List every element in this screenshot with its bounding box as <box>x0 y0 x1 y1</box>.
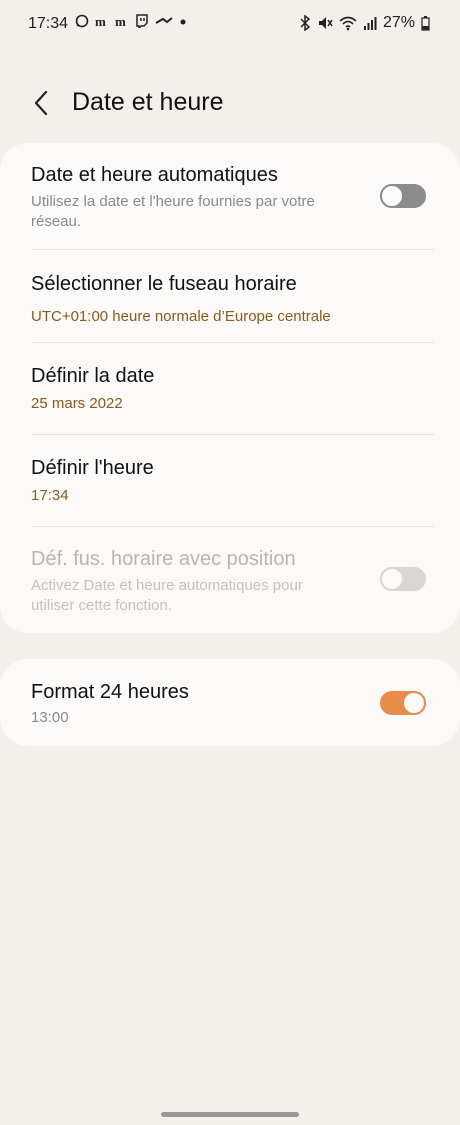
toggle-knob <box>380 567 404 591</box>
notification-icons: m m <box>75 14 187 28</box>
setting-set-time[interactable]: Définir l'heure 17:34 <box>0 435 460 526</box>
settings-card-format: Format 24 heures 13:00 <box>0 659 460 746</box>
setting-label: Définir l'heure <box>31 457 154 479</box>
system-icons: 27% <box>299 14 430 32</box>
setting-value: 17:34 <box>31 487 69 504</box>
app-bar: Date et heure <box>0 78 460 128</box>
signal-icon <box>363 17 377 30</box>
dot-icon <box>180 19 186 25</box>
setting-value: 13:00 <box>31 709 69 726</box>
setting-label: Date et heure automatiques <box>31 164 278 186</box>
chevron-left-icon <box>34 90 48 116</box>
svg-text:m: m <box>95 14 106 28</box>
setting-auto-datetime[interactable]: Date et heure automatiques Utilisez la d… <box>0 143 460 249</box>
setting-format-24h[interactable]: Format 24 heures 13:00 <box>0 659 460 746</box>
toggle-knob <box>380 184 404 208</box>
setting-value: UTC+01:00 heure normale d’Europe central… <box>31 308 331 325</box>
auto-datetime-toggle[interactable] <box>380 184 426 208</box>
battery-icon <box>421 16 430 31</box>
setting-description-line2: réseau. <box>31 213 82 230</box>
wifi-icon <box>339 16 357 31</box>
setting-description-line2: utiliser cette fonction. <box>31 597 172 614</box>
setting-label: Déf. fus. horaire avec position <box>31 548 296 570</box>
setting-label: Sélectionner le fuseau horaire <box>31 273 297 295</box>
bluetooth-icon <box>300 15 311 31</box>
swipe-icon <box>155 17 173 24</box>
battery-percent: 27% <box>382 14 415 31</box>
format-24h-toggle[interactable] <box>380 691 426 715</box>
home-indicator[interactable] <box>161 1112 299 1117</box>
setting-description-line1: Utilisez la date et l'heure fournies par… <box>31 193 315 210</box>
whatsapp-icon <box>75 14 89 28</box>
toggle-knob <box>402 691 426 715</box>
setting-tz-by-location: Déf. fus. horaire avec position Activez … <box>0 527 460 633</box>
twitch-icon <box>136 14 148 28</box>
m-icon: m <box>115 14 126 28</box>
status-bar: 17:34 m m 27% <box>0 0 460 50</box>
setting-value: 25 mars 2022 <box>31 395 123 412</box>
mute-icon <box>318 17 333 29</box>
setting-timezone[interactable]: Sélectionner le fuseau horaire UTC+01:00… <box>0 250 460 342</box>
setting-label: Format 24 heures <box>31 681 189 703</box>
svg-text:m: m <box>115 14 126 28</box>
page-title: Date et heure <box>72 88 224 116</box>
setting-set-date[interactable]: Définir la date 25 mars 2022 <box>0 343 460 434</box>
m-icon: m <box>95 14 106 28</box>
setting-label: Définir la date <box>31 365 155 387</box>
status-time: 17:34 <box>28 15 69 32</box>
back-button[interactable] <box>26 86 56 120</box>
tz-by-location-toggle <box>380 567 426 591</box>
setting-description-line1: Activez Date et heure automatiques pour <box>31 577 303 594</box>
settings-card-main: Date et heure automatiques Utilisez la d… <box>0 143 460 633</box>
